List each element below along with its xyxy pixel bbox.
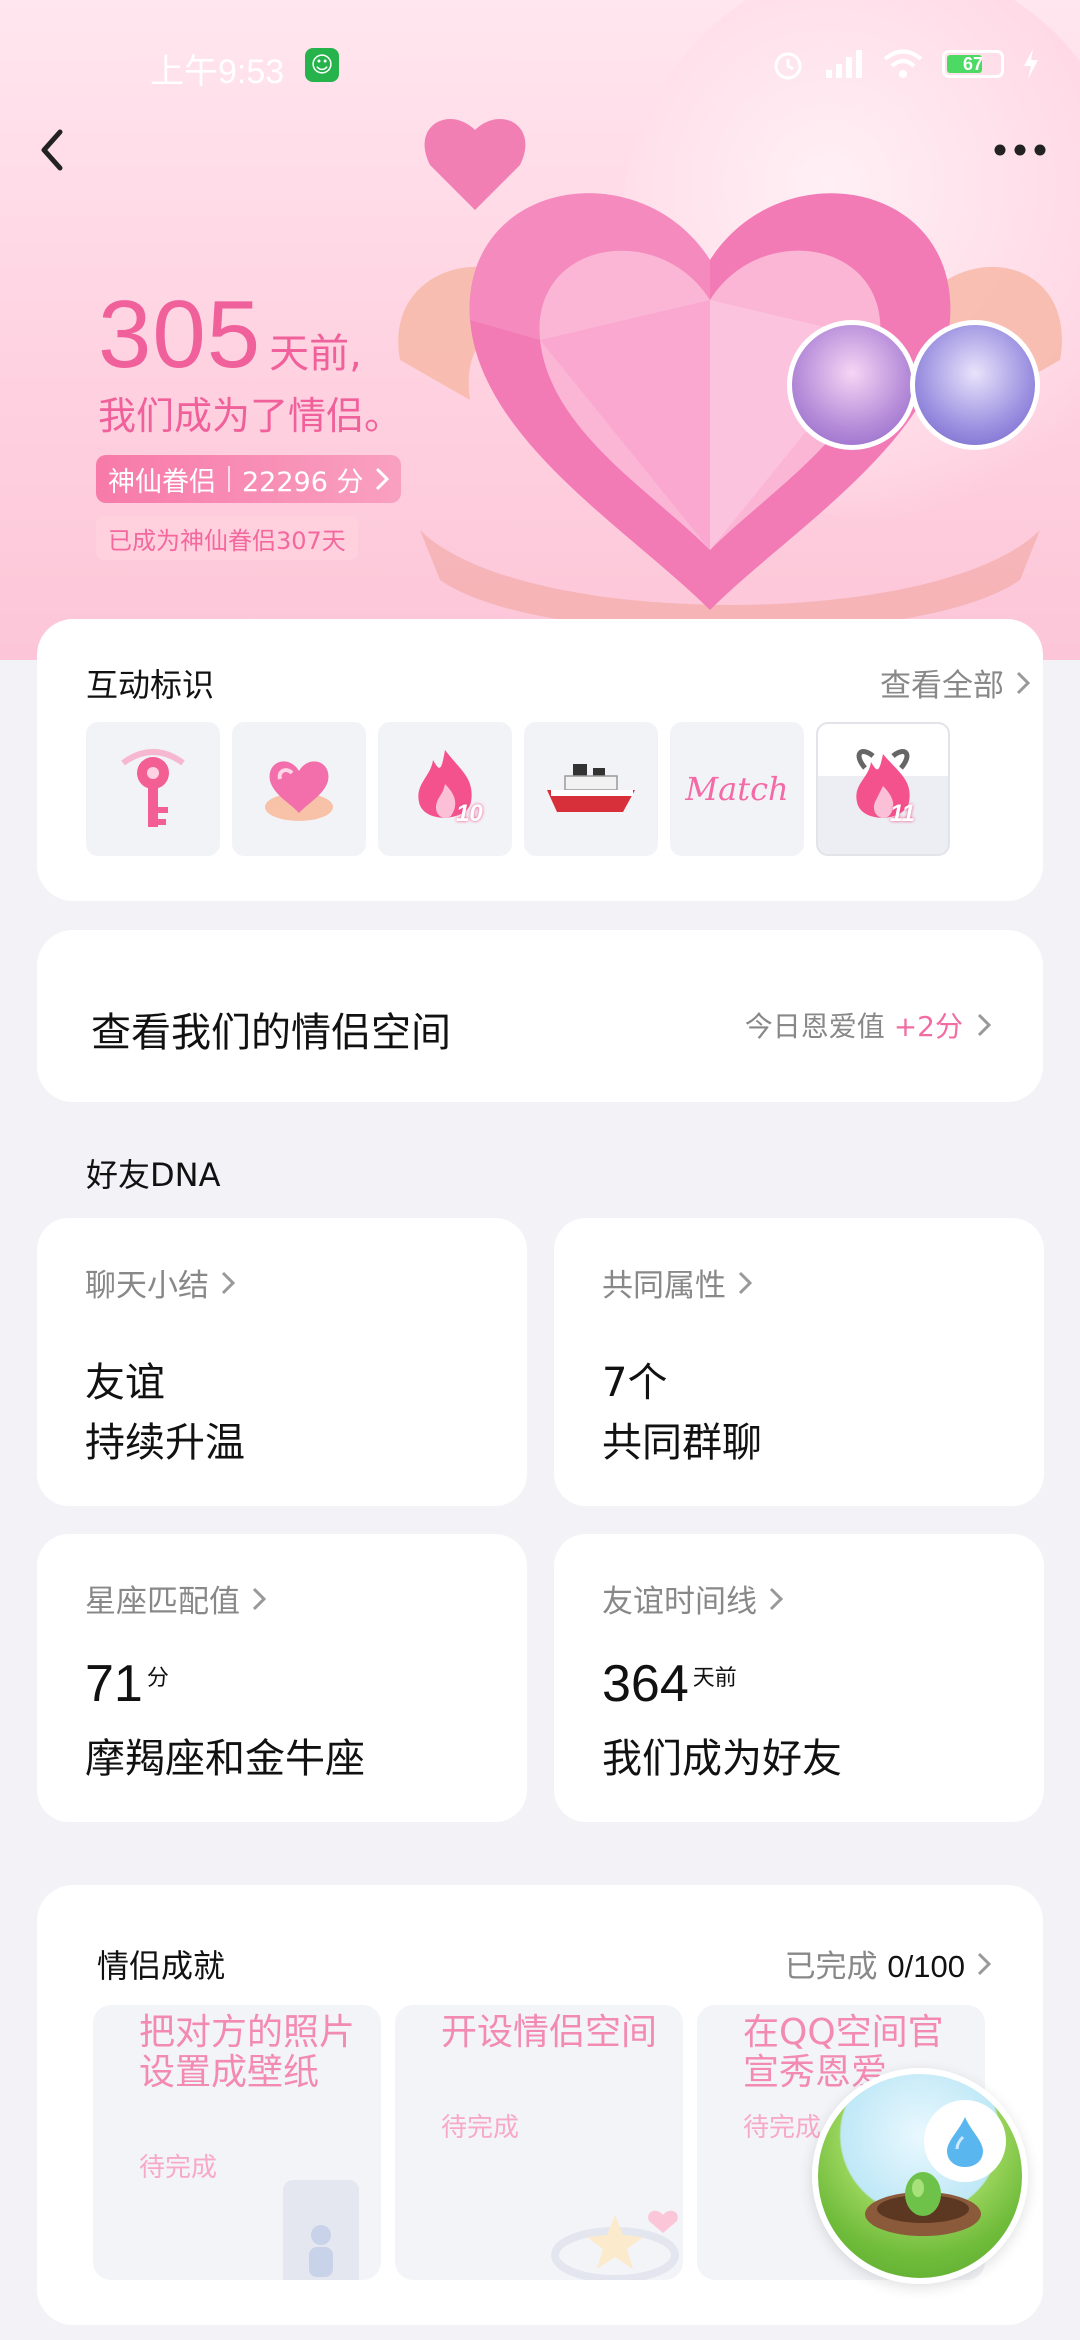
achievement-status: 待完成	[441, 2113, 520, 2143]
cat-face-icon: ☺	[305, 48, 339, 82]
days-together: 305 天前,	[98, 280, 362, 390]
zodiac-score-value: 71	[85, 1655, 143, 1713]
fire-badge-icon[interactable]: 11	[816, 722, 950, 856]
friend-dna-label: 好友DNA	[86, 1156, 221, 1194]
achievements-title: 情侣成就	[97, 1947, 226, 1985]
common-attributes-label: 共同属性	[602, 1268, 726, 1304]
alarm-icon	[774, 52, 802, 80]
friendship-timeline-label: 友谊时间线	[602, 1584, 757, 1620]
level-since-text: 已成为神仙眷侣307天	[96, 516, 358, 560]
battery-level: 67	[962, 53, 984, 74]
couple-space-card[interactable]: 查看我们的情侣空间 今日恩爱值 +2分	[37, 930, 1043, 1102]
view-all-badges-link[interactable]: 查看全部	[880, 660, 1030, 705]
chat-summary-card[interactable]: 聊天小结 友谊 持续升温	[37, 1218, 527, 1506]
heart-badge-icon[interactable]	[232, 722, 366, 856]
zodiac-score: 71 分	[85, 1654, 169, 1714]
achievement-title: 把对方的照片设置成壁纸	[139, 2012, 356, 2093]
chevron-right-icon	[738, 1271, 752, 1294]
interaction-badges-title: 互动标识	[86, 666, 215, 704]
sprout-tree-widget[interactable]	[812, 2068, 1028, 2284]
zodiac-score-unit: 分	[146, 1666, 169, 1691]
friendship-caption: 我们成为好友	[602, 1736, 842, 1782]
days-unit: 天前,	[269, 331, 362, 377]
achievement-tile[interactable]: 把对方的照片设置成壁纸 待完成	[93, 2005, 381, 2280]
phone-wallpaper-icon	[283, 2180, 359, 2280]
fire-badge-icon[interactable]: 10	[378, 722, 512, 856]
chevron-right-icon	[1016, 671, 1030, 694]
more-options-icon[interactable]	[990, 128, 1050, 172]
chevron-right-icon	[221, 1271, 235, 1294]
zodiac-match-head: 星座匹配值	[85, 1576, 266, 1621]
wifi-icon	[883, 49, 923, 78]
avatar-partner-1[interactable]	[787, 320, 917, 450]
common-attributes-line2: 共同群聊	[602, 1420, 762, 1466]
level-divider	[228, 466, 230, 492]
common-attributes-line1: 7个	[602, 1360, 668, 1406]
friendship-timeline-card[interactable]: 友谊时间线 364 天前 我们成为好友	[554, 1534, 1044, 1822]
status-icons: 67	[770, 44, 1040, 84]
badge-list: 10 Match 11	[86, 722, 950, 856]
zodiac-signs: 摩羯座和金牛座	[85, 1736, 365, 1782]
common-attributes-card[interactable]: 共同属性 7个 共同群聊	[554, 1218, 1044, 1506]
status-bar: 上午9:53 ☺ 67	[0, 0, 1080, 130]
couple-level-button[interactable]: 神仙眷侣 22296 分	[96, 455, 402, 503]
friendship-timeline-head: 友谊时间线	[602, 1576, 783, 1621]
water-drop-icon	[947, 2117, 983, 2167]
love-value-meta: 今日恩爱值 +2分	[745, 1005, 991, 1045]
achievement-tile[interactable]: 开设情侣空间 待完成	[395, 2005, 683, 2280]
avatar-partner-2[interactable]	[910, 320, 1040, 450]
view-all-label: 查看全部	[880, 668, 1004, 704]
achievement-title: 开设情侣空间	[441, 2012, 658, 2053]
achievements-progress[interactable]: 已完成 0/100	[785, 1941, 991, 1986]
chevron-right-icon	[376, 467, 390, 491]
achievements-progress-value: 0/100	[887, 1949, 965, 1984]
chat-summary-label: 聊天小结	[85, 1268, 209, 1304]
friendship-days: 364 天前	[602, 1654, 737, 1714]
achievement-status: 待完成	[139, 2153, 218, 2183]
battery-indicator: 67	[942, 50, 1004, 78]
back-arrow-icon[interactable]	[30, 120, 74, 180]
level-score: 22296 分	[242, 466, 364, 498]
chat-summary-line1: 友谊	[85, 1360, 165, 1406]
common-attributes-head: 共同属性	[602, 1260, 752, 1305]
love-value-label: 今日恩爱值	[744, 1010, 885, 1043]
zodiac-match-card[interactable]: 星座匹配值 71 分 摩羯座和金牛座	[37, 1534, 527, 1822]
friendship-days-unit: 天前	[692, 1666, 737, 1691]
chevron-right-icon	[977, 1952, 991, 1975]
key-badge-icon[interactable]	[86, 722, 220, 856]
star-ring-icon	[551, 2210, 679, 2280]
ship-badge-icon[interactable]	[524, 722, 658, 856]
status-time: 上午9:53	[150, 53, 285, 91]
zodiac-match-label: 星座匹配值	[85, 1584, 240, 1620]
hero-subtitle: 我们成为了情侣。	[98, 394, 403, 438]
friendship-days-value: 364	[602, 1655, 689, 1713]
badge-level-10: 10	[456, 800, 483, 827]
charging-bolt-icon	[1024, 49, 1038, 79]
chat-summary-head: 聊天小结	[85, 1260, 235, 1305]
match-badge-label: Match	[685, 770, 789, 808]
days-count: 305	[98, 281, 262, 388]
chevron-right-icon	[252, 1587, 266, 1610]
level-name: 神仙眷侣	[108, 466, 216, 498]
water-drop-button[interactable]	[924, 2100, 1006, 2182]
achievements-progress-label: 已完成	[784, 1949, 878, 1985]
signal-icon	[826, 50, 862, 78]
achievement-status: 待完成	[743, 2113, 822, 2143]
badge-level-11: 11	[890, 800, 915, 827]
chevron-right-icon	[769, 1587, 783, 1610]
chat-summary-line2: 持续升温	[85, 1420, 245, 1466]
love-value-score: +2分	[893, 1010, 963, 1043]
couple-space-title: 查看我们的情侣空间	[91, 1010, 451, 1056]
match-badge-icon[interactable]: Match	[670, 722, 804, 856]
chevron-right-icon	[977, 1013, 991, 1037]
